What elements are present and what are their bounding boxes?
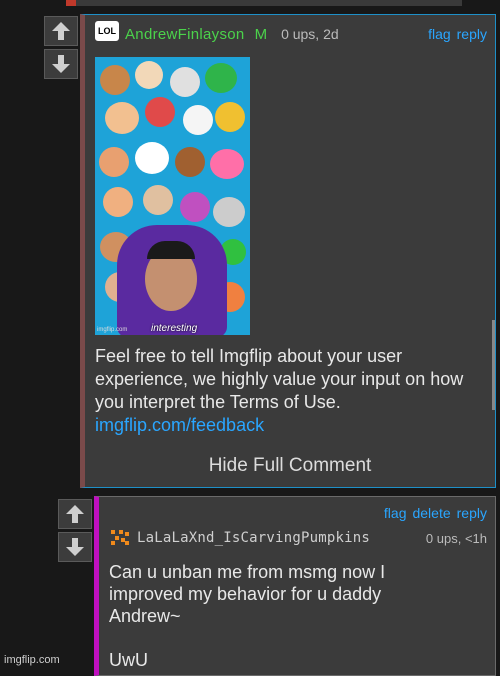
arrow-up-icon <box>52 22 70 40</box>
delete-link[interactable]: delete <box>412 505 450 521</box>
comment-body: Feel free to tell Imgflip about your use… <box>95 345 485 437</box>
mod-badge: M <box>254 25 268 43</box>
top-bar <box>66 0 462 6</box>
hide-full-comment-button[interactable]: Hide Full Comment <box>85 455 495 477</box>
reply-link[interactable]: reply <box>457 26 487 42</box>
arrow-down-icon <box>66 538 84 556</box>
meme-caption: interesting <box>151 323 198 334</box>
pumpkin-icon <box>111 530 129 545</box>
downvote-button[interactable] <box>44 49 78 79</box>
meme-image[interactable]: interesting imgflip.com <box>95 57 250 335</box>
comment-body: Can u unban me from msmg now I improved … <box>109 562 386 670</box>
comment-meta: 0 ups, <1h <box>425 530 487 546</box>
comment-2: flag delete reply LaLaLaXnd_IsCarvingPum… <box>94 496 496 676</box>
comment-1: LOL AndrewFinlayson M 0 ups, 2d flag rep… <box>80 14 496 488</box>
top-bar-accent <box>66 0 76 6</box>
comment-header: LaLaLaXnd_IsCarvingPumpkins 0 ups, <1h <box>109 527 487 549</box>
feedback-link[interactable]: imgflip.com/feedback <box>95 414 485 437</box>
comment-meta: 0 ups, 2d <box>281 26 339 42</box>
imgflip-watermark: imgflip.com <box>4 654 60 666</box>
downvote-button[interactable] <box>58 532 92 562</box>
username[interactable]: AndrewFinlayson <box>125 26 245 43</box>
arrow-up-icon <box>66 505 84 523</box>
comment-text: Feel free to tell Imgflip about your use… <box>95 346 464 412</box>
username[interactable]: LaLaLaXnd_IsCarvingPumpkins <box>137 530 370 546</box>
vote-column-1 <box>44 16 78 79</box>
scrollbar[interactable] <box>492 320 495 410</box>
comment-actions: flag reply <box>428 26 487 42</box>
vote-column-2 <box>58 499 92 562</box>
arrow-down-icon <box>52 55 70 73</box>
lol-icon: LOL <box>95 21 119 41</box>
meme-watermark: imgflip.com <box>97 327 128 333</box>
reply-link[interactable]: reply <box>457 505 487 521</box>
comment-header: LOL AndrewFinlayson M 0 ups, 2d flag rep… <box>95 21 487 45</box>
flag-link[interactable]: flag <box>384 505 407 521</box>
flag-link[interactable]: flag <box>428 26 451 42</box>
upvote-button[interactable] <box>44 16 78 46</box>
upvote-button[interactable] <box>58 499 92 529</box>
comment-actions: flag delete reply <box>384 505 487 521</box>
